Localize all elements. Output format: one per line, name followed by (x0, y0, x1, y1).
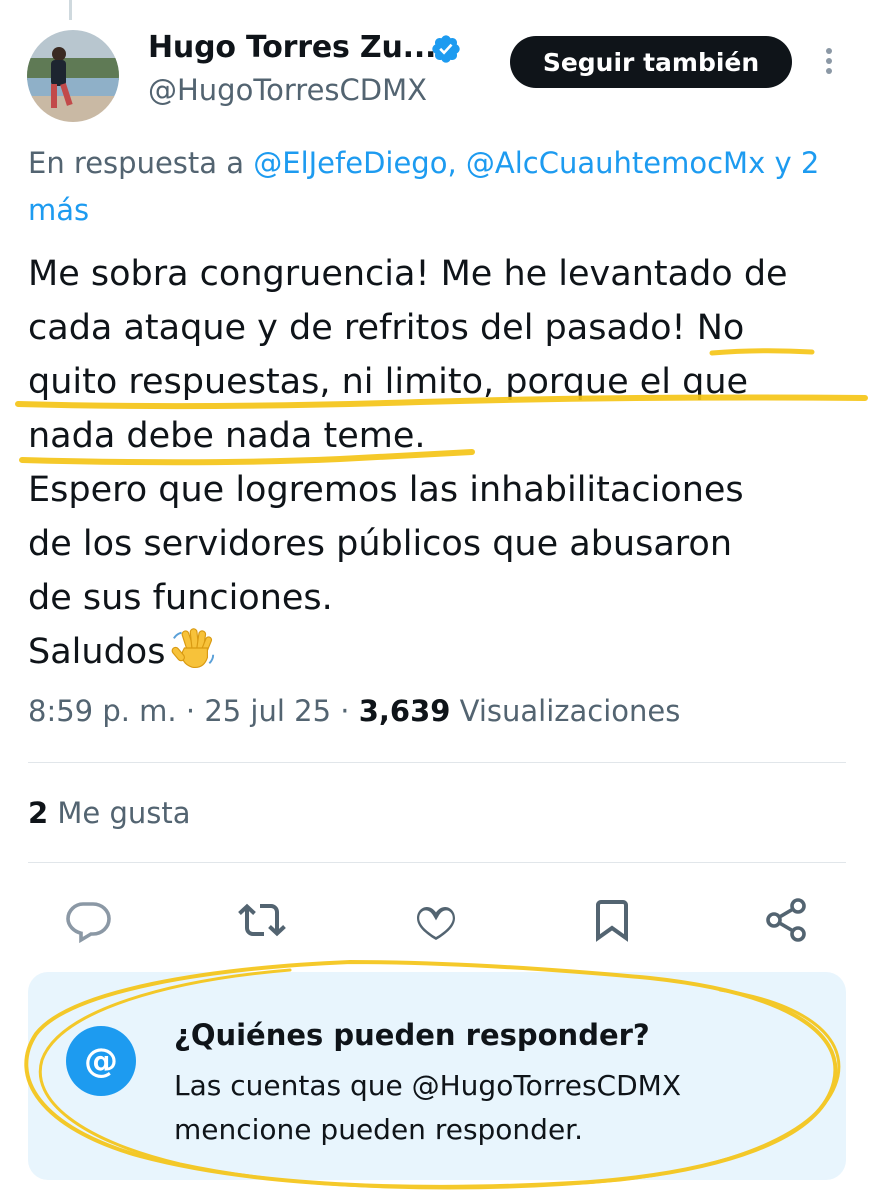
avatar-photo (27, 30, 119, 122)
reply-context-prefix: En respuesta a (28, 146, 245, 180)
share-icon[interactable] (762, 896, 810, 944)
mention-link-eljefediego[interactable]: @ElJefeDiego, (253, 146, 456, 180)
bookmark-icon[interactable] (588, 896, 636, 944)
reply-icon[interactable] (64, 896, 112, 944)
likes-summary[interactable]: 2 Me gusta (28, 796, 191, 830)
views-label: Visualizaciones (459, 694, 681, 728)
reply-context: En respuesta a @ElJefeDiego, @AlcCuauhte… (28, 140, 868, 234)
tweet-text-line: nada debe nada teme. (28, 416, 426, 456)
who-can-reply-notice: @ ¿Quiénes pueden responder? Las cuentas… (28, 972, 846, 1180)
tweet-timestamp: 8:59 p. m. · 25 jul 25 · 3,639 Visualiza… (28, 694, 681, 728)
tweet-text: Me sobra congruencia! Me he levantado de… (28, 247, 858, 679)
divider (28, 862, 846, 863)
author-handle[interactable]: @HugoTorresCDMX (148, 73, 427, 107)
tweet-time[interactable]: 8:59 p. m. (28, 694, 177, 728)
mention-icon: @ (66, 1026, 136, 1096)
divider (28, 762, 846, 763)
tweet-text-line: quito respuestas, ni limito, porque el q… (28, 362, 749, 402)
tweet-text-line: cada ataque y de refritos del pasado! No (28, 308, 745, 348)
tweet-text-line-last: Saludos (28, 625, 858, 679)
who-can-reply-body: Las cuentas que @HugoTorresCDMX mencione… (174, 1069, 681, 1146)
tweet-text-line: de sus funciones. (28, 578, 333, 618)
more-options-icon[interactable] (818, 44, 840, 82)
tweet-text-line: de los servidores públicos que abusaron (28, 524, 732, 564)
follow-back-button[interactable]: Seguir también (510, 36, 792, 88)
like-icon[interactable] (412, 896, 460, 944)
author-display-name[interactable]: Hugo Torres Zu... (148, 30, 436, 65)
likes-count: 2 (28, 796, 49, 830)
views-count: 3,639 (358, 694, 451, 728)
mention-link-alccuauhtemocmx[interactable]: @AlcCuauhtemocMx (466, 146, 765, 180)
thread-connector-line (69, 0, 72, 20)
waving-hand-icon (172, 628, 215, 669)
likes-label: Me gusta (57, 796, 191, 830)
retweet-icon[interactable] (238, 896, 286, 944)
who-can-reply-title: ¿Quiénes pueden responder? (174, 1018, 650, 1052)
avatar[interactable] (27, 30, 119, 122)
tweet-detail-view: Hugo Torres Zu... @HugoTorresCDMX Seguir… (0, 0, 874, 1200)
tweet-text-line: Me sobra congruencia! Me he levantado de (28, 254, 788, 294)
verified-badge-icon (432, 35, 460, 63)
tweet-text-line: Espero que logremos las inhabilitaciones (28, 470, 744, 510)
tweet-date[interactable]: 25 jul 25 (204, 694, 331, 728)
